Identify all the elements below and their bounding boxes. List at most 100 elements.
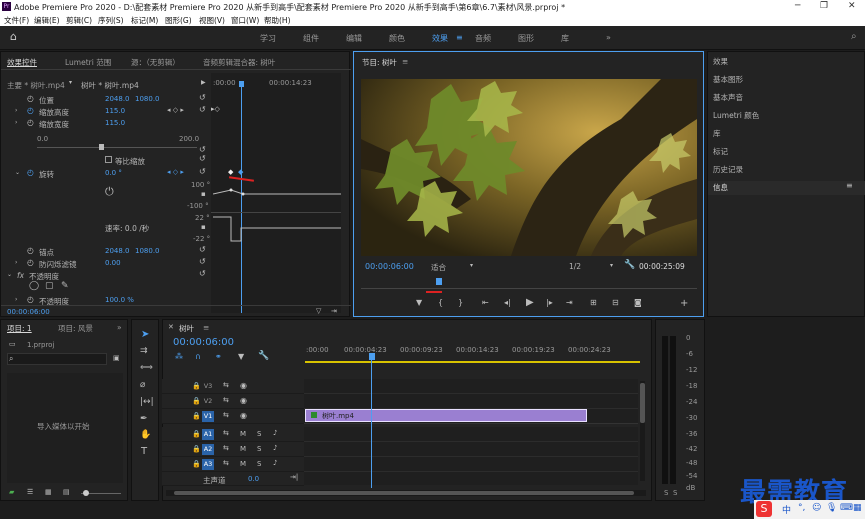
ime-punct-icon[interactable]: °, (798, 503, 805, 513)
panel-menu-icon[interactable]: ≡ (402, 57, 408, 66)
scale-slider-thumb[interactable] (99, 144, 104, 150)
meter-solo-right[interactable]: S (673, 489, 677, 497)
add-marker-icon[interactable]: ▼ (238, 353, 244, 361)
minimize-icon[interactable]: ─ (795, 1, 800, 11)
keyframe-icon[interactable]: ▸◇ (211, 106, 220, 113)
lift-icon[interactable]: ⊞ (590, 299, 597, 307)
sync-lock-icon[interactable]: ⇆ (223, 430, 229, 437)
expand-icon[interactable]: › (15, 297, 17, 303)
stopwatch-active-icon[interactable]: ◴ (27, 107, 34, 115)
panel-effects[interactable]: 效果 (713, 56, 728, 67)
add-marker-icon[interactable]: ▼ (416, 299, 422, 307)
program-timecode[interactable]: 00:00:06:00 (365, 262, 414, 271)
eye-icon[interactable]: ◉ (240, 412, 247, 420)
workspace-graphics[interactable]: 图形 (518, 33, 534, 44)
uniform-scale-checkbox[interactable] (105, 156, 112, 163)
new-bin-icon[interactable]: ▣ (113, 355, 120, 362)
keyframe-diamond-icon[interactable]: ◆ (228, 169, 233, 176)
stopwatch-icon[interactable]: ◴ (27, 95, 34, 103)
scale-slider[interactable] (37, 147, 197, 148)
clip-trees[interactable]: 树叶.mp4 (305, 409, 587, 422)
scale-height-value[interactable]: 115.0 (105, 107, 125, 115)
mic-icon[interactable]: ♪ (273, 460, 277, 467)
rotation-dial-icon[interactable]: ⏻ (105, 186, 114, 197)
reset-icon[interactable]: ↺ (199, 258, 206, 266)
reset-icon[interactable]: ↺ (199, 155, 206, 163)
camera-icon[interactable]: ◙ (634, 299, 642, 307)
tab-project-scenery[interactable]: 项目: 风景 (58, 323, 93, 334)
track-a1-toggle[interactable]: A1 (202, 429, 214, 440)
export-icon[interactable]: ⇥ (331, 308, 337, 315)
zoom-slider-thumb[interactable] (83, 490, 89, 496)
go-to-in-icon[interactable]: ⇤ (482, 299, 489, 307)
panel-essential-graphics[interactable]: 基本图形 (713, 74, 743, 85)
stopwatch-icon[interactable]: ◴ (27, 119, 34, 127)
lock-track-icon[interactable]: 🔒 (192, 461, 201, 468)
lock-track-icon[interactable]: 🔒 (192, 431, 201, 438)
stopwatch-icon[interactable]: ◴ (27, 296, 34, 304)
rectangle-mask-icon[interactable]: ▢ (45, 282, 54, 291)
mark-in-icon[interactable]: { (438, 299, 443, 307)
panel-lumetri-color[interactable]: Lumetri 颜色 (713, 110, 759, 121)
anti-flicker-value[interactable]: 0.00 (105, 259, 121, 267)
pen-mask-icon[interactable]: ✎ (61, 282, 69, 291)
panel-info[interactable]: 信息 (713, 182, 728, 193)
expand-down-icon[interactable]: ⌄ (7, 272, 12, 278)
anchor-x-value[interactable]: 2048.0 (105, 247, 130, 255)
track-select-icon[interactable]: ⇉ (140, 347, 148, 356)
workspace-menu-icon[interactable]: ≡ (456, 33, 463, 42)
ime-keyboard-icon[interactable]: ⌨ (840, 503, 853, 513)
anchor-y-value[interactable]: 1080.0 (135, 247, 160, 255)
menu-window[interactable]: 窗口(W) (231, 15, 259, 26)
stopwatch-icon[interactable]: ◴ (27, 259, 34, 267)
chevron-down-icon[interactable]: ▾ (69, 80, 72, 86)
play-icon[interactable]: ▶ (526, 298, 534, 308)
close-tab-icon[interactable]: ✕ (168, 324, 174, 331)
workspace-editing[interactable]: 编辑 (346, 33, 362, 44)
reset-icon[interactable]: ↺ (199, 246, 206, 254)
ime-logo-icon[interactable]: S (756, 501, 772, 517)
tab-effect-controls[interactable]: 效果控件 (7, 57, 37, 68)
timeline-horizontal-scrollbar[interactable] (166, 490, 646, 496)
menu-sequence[interactable]: 序列(S) (98, 15, 124, 26)
tab-project-1[interactable]: 项目: 1 (7, 323, 32, 334)
clip-selector[interactable]: 树叶 * 树叶.mp4 (81, 80, 139, 91)
selection-tool-icon[interactable]: ➤ (141, 330, 149, 340)
opacity-value[interactable]: 100.0 % (105, 296, 134, 304)
home-icon[interactable]: ⌂ (10, 30, 17, 43)
rotation-value[interactable]: 0.0 ° (105, 169, 122, 177)
extract-icon[interactable]: ⊟ (612, 299, 619, 307)
more-panels-icon[interactable]: » (117, 323, 122, 332)
expand-icon[interactable]: › (15, 108, 17, 114)
panel-essential-sound[interactable]: 基本声音 (713, 92, 743, 103)
expand-down-icon[interactable]: ⌄ (15, 170, 20, 176)
program-tab[interactable]: 节目: 树叶 (362, 57, 397, 68)
panel-menu-icon[interactable]: ≡ (203, 323, 209, 332)
tab-source[interactable]: 源：（无剪辑） (131, 57, 180, 68)
program-scrub-bar[interactable] (361, 280, 697, 289)
eye-icon[interactable]: ◉ (240, 382, 247, 390)
expand-icon[interactable]: › (15, 260, 17, 266)
workspace-audio[interactable]: 音频 (475, 33, 491, 44)
ec-timecode[interactable]: 00:00:06:00 (7, 308, 50, 316)
menu-help[interactable]: 帮助(H) (264, 15, 291, 26)
master-track-value[interactable]: 0.0 (248, 475, 259, 483)
keyframe-nav-icon[interactable]: ◂ ◇ ▸ (167, 169, 184, 176)
track-v3-toggle[interactable]: V3 (202, 381, 214, 392)
mark-out-icon[interactable]: } (458, 299, 463, 307)
wrench-icon[interactable]: 🔧 (624, 261, 635, 270)
chevron-down-icon[interactable]: ▾ (610, 263, 613, 269)
lock-track-icon[interactable]: 🔒 (192, 398, 201, 405)
solo-button[interactable]: S (257, 431, 261, 438)
stopwatch-active-icon[interactable]: ◴ (27, 169, 34, 177)
lock-icon[interactable]: ▰ (9, 489, 14, 496)
position-y-value[interactable]: 1080.0 (135, 95, 160, 103)
menu-clip[interactable]: 剪辑(C) (66, 15, 92, 26)
workspace-libraries[interactable]: 库 (561, 33, 569, 44)
more-workspaces-icon[interactable]: » (606, 33, 611, 42)
reset-icon[interactable]: ↺ (199, 270, 206, 278)
icon-view-icon[interactable]: ▦ (45, 489, 52, 496)
eye-icon[interactable]: ◉ (240, 397, 247, 405)
mute-button[interactable]: M (240, 431, 246, 438)
reset-icon[interactable]: ↺ (199, 94, 206, 102)
